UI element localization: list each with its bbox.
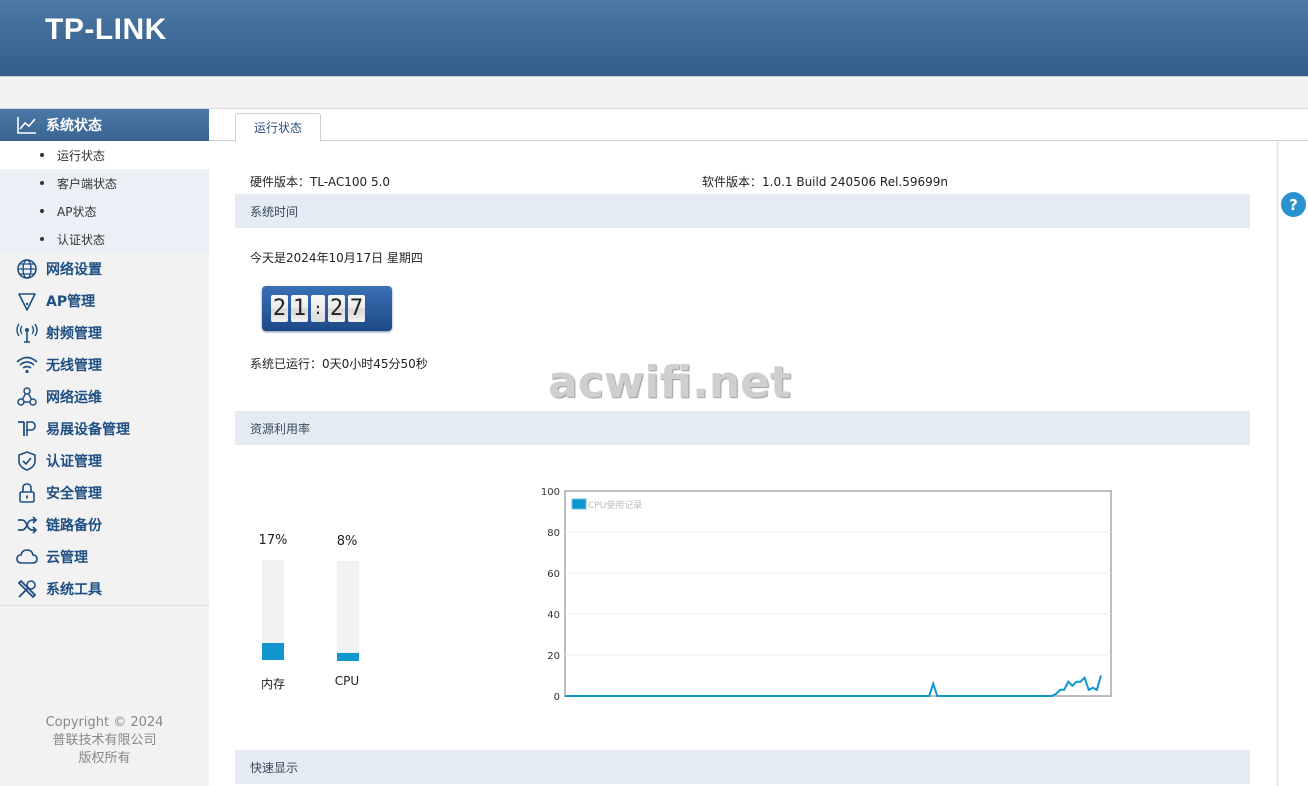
line-chart-icon: [16, 114, 38, 136]
shuffle-icon: [16, 514, 38, 536]
tab-bar: 运行状态: [209, 109, 1308, 142]
watermark-text: acwifi.net: [548, 357, 792, 408]
sidebar-divider: [0, 605, 209, 606]
uptime-text: 系统已运行：0天0小时45分50秒: [250, 357, 428, 371]
company-name: 普联技术有限公司: [52, 733, 157, 748]
sidebar-subitem-label: AP状态: [57, 204, 97, 219]
sidebar-item-label: 系统状态: [46, 118, 102, 134]
chart-y-tick-label: 80: [547, 528, 560, 539]
wifi-icon: [16, 354, 38, 376]
copyright: Copyright © 2024 普联技术有限公司 版权所有: [0, 714, 209, 768]
chart-y-tick-label: 40: [547, 610, 560, 621]
bullet-icon: [40, 209, 44, 213]
sidebar-item-label: 网络设置: [46, 262, 102, 278]
sidebar-item-label: 链路备份: [46, 518, 102, 534]
cpu-bar: [337, 561, 359, 661]
network-nodes-icon: [16, 386, 38, 408]
sidebar-item-label: 认证管理: [46, 454, 102, 470]
cpu-chart-svg: 0 20 40 60 80 100 CPU使用记录: [541, 487, 1112, 703]
tp-link-logo: TP-LINK: [45, 13, 167, 46]
help-button[interactable]: ?: [1281, 192, 1306, 217]
copyright-line: Copyright © 2024: [45, 715, 164, 730]
sub-toolbar: [0, 76, 1308, 109]
sidebar-subitem-label: 客户端状态: [57, 176, 118, 191]
sidebar-subitem-label: 运行状态: [57, 148, 106, 163]
chart-y-tick-label: 20: [547, 651, 560, 662]
sidebar-item-network-ops[interactable]: 网络运维: [0, 381, 209, 413]
memory-label: 内存: [260, 677, 285, 691]
sidebar-subitem-run-status[interactable]: 运行状态: [0, 141, 209, 169]
chart-legend-swatch: [571, 498, 587, 510]
sidebar-item-label: 易展设备管理: [46, 422, 130, 438]
clock-digit: 7: [348, 295, 365, 322]
clock-digit: 2: [328, 295, 345, 322]
top-header: TP-LINK: [0, 0, 1308, 76]
tools-icon: [16, 578, 38, 600]
sidebar-item-network-settings[interactable]: 网络设置: [0, 253, 209, 285]
sidebar-item-auth-management[interactable]: 认证管理: [0, 445, 209, 477]
bullet-icon: [40, 153, 44, 157]
sidebar-item-label: AP管理: [46, 294, 96, 310]
sidebar-item-label: 无线管理: [46, 358, 102, 374]
flip-clock: 2 1 : 2 7: [262, 286, 392, 331]
clock-digit: 1: [291, 295, 308, 322]
sidebar-item-easy-mesh[interactable]: 易展设备管理: [0, 413, 209, 445]
sidebar-item-cloud-management[interactable]: 云管理: [0, 541, 209, 573]
sidebar-item-ap-management[interactable]: AP管理: [0, 285, 209, 317]
memory-bar: [262, 560, 284, 660]
memory-percent: 17%: [258, 533, 288, 548]
chart-y-tick-label: 0: [554, 692, 560, 703]
sidebar-item-security-management[interactable]: 安全管理: [0, 477, 209, 509]
sidebar-subitem-label: 认证状态: [57, 232, 106, 247]
section-resource-usage: 资源利用率: [235, 411, 1250, 445]
bullet-icon: [40, 181, 44, 185]
sidebar-item-rf-management[interactable]: 射频管理: [0, 317, 209, 349]
sidebar-item-label: 系统工具: [46, 582, 102, 598]
sidebar-item-label: 云管理: [46, 550, 88, 566]
sidebar-item-label: 网络运维: [46, 390, 102, 406]
chart-y-tick-label: 100: [541, 487, 560, 498]
cpu-percent: 8%: [336, 534, 358, 549]
antenna-icon: [16, 322, 38, 344]
sidebar-item-label: 安全管理: [46, 486, 102, 502]
hardware-version: 硬件版本：TL-AC100 5.0: [250, 175, 391, 189]
sidebar-item-system-tools[interactable]: 系统工具: [0, 573, 209, 605]
bullet-icon: [40, 237, 44, 241]
rights-reserved: 版权所有: [78, 751, 131, 766]
chart-legend-label: CPU使用记录: [588, 499, 642, 511]
clock-digit: 2: [271, 295, 288, 322]
sidebar-subitem-client-status[interactable]: 客户端状态: [0, 169, 209, 197]
section-quick-display: 快速显示: [235, 750, 1250, 784]
scrollbar-track[interactable]: [1276, 142, 1279, 786]
sidebar-item-label: 射频管理: [46, 326, 102, 342]
ap-icon: [16, 290, 38, 312]
memory-bar-fill: [262, 643, 284, 660]
chart-plot-area: [564, 490, 1112, 697]
sidebar-item-system-status[interactable]: 系统状态: [0, 109, 209, 141]
software-version: 软件版本：1.0.1 Build 240506 Rel.59699n: [702, 175, 949, 189]
cpu-history-chart: 0 20 40 60 80 100 CPU使用记录: [530, 484, 1120, 704]
date-text: 今天是2024年10月17日 星期四: [250, 251, 423, 265]
cpu-bar-fill: [337, 653, 359, 661]
globe-icon: [16, 258, 38, 280]
chart-y-tick-label: 60: [547, 569, 560, 580]
easy-mesh-icon: [16, 418, 38, 440]
sidebar-subitem-ap-status[interactable]: AP状态: [0, 197, 209, 225]
cpu-label: CPU: [334, 674, 360, 688]
clock-separator: :: [311, 295, 325, 322]
sidebar: 系统状态 运行状态 客户端状态 AP状态 认证状态 网络设置 AP管理 射频管理: [0, 109, 209, 786]
section-system-time: 系统时间: [235, 194, 1250, 228]
cloud-icon: [16, 546, 38, 568]
sidebar-subitem-auth-status[interactable]: 认证状态: [0, 225, 209, 253]
lock-icon: [16, 482, 38, 504]
tab-run-status[interactable]: 运行状态: [235, 113, 321, 142]
sidebar-item-link-backup[interactable]: 链路备份: [0, 509, 209, 541]
shield-check-icon: [16, 450, 38, 472]
sidebar-item-wireless-management[interactable]: 无线管理: [0, 349, 209, 381]
